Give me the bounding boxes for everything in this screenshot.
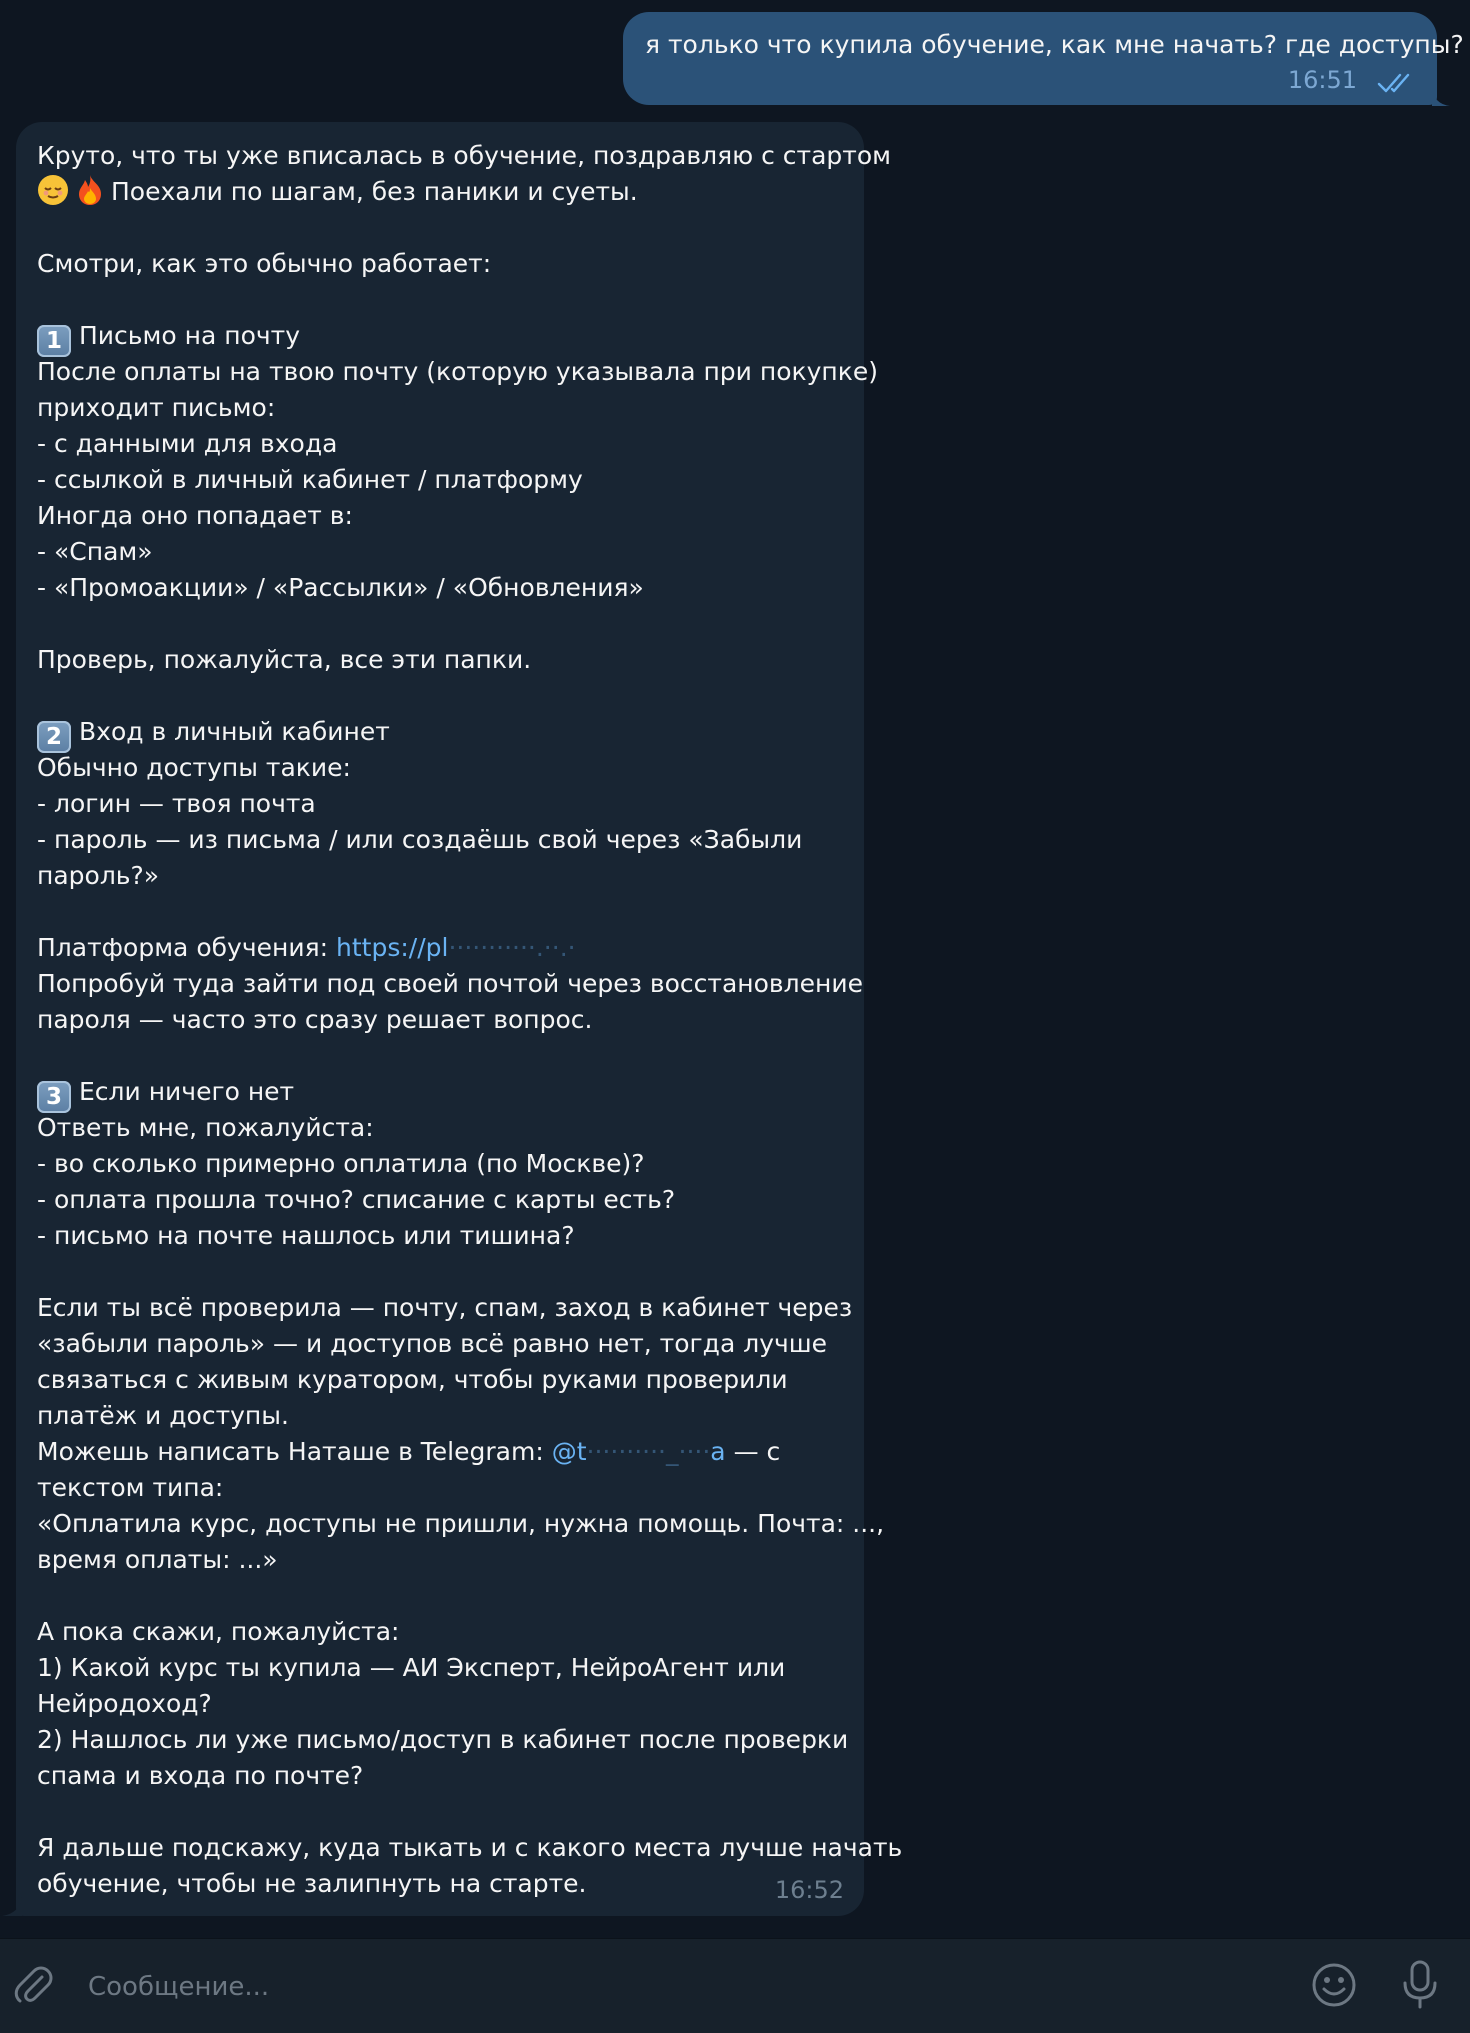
- redacted-link: ···········.··.·: [448, 933, 576, 962]
- message-line: - «Спам»: [37, 537, 153, 566]
- chat-history: я только что купила обучение, как мне на…: [0, 0, 1470, 1938]
- telegram-tail: — с: [733, 1437, 781, 1466]
- message-line: Поехали по шагам, без паники и суеты.: [37, 174, 859, 210]
- smiley-icon[interactable]: [1310, 1961, 1358, 2009]
- message-line: - с данными для входа: [37, 429, 338, 458]
- platform-label: Платформа обучения:: [37, 933, 329, 962]
- paperclip-icon[interactable]: [12, 1963, 56, 2007]
- message-line: «забыли пароль» — и доступов всё равно н…: [37, 1329, 828, 1358]
- relieved-face-emoji-icon: [37, 174, 69, 216]
- message-line-text: Поехали по шагам, без паники и суеты.: [111, 177, 638, 206]
- keycap-three-icon: 3: [37, 1081, 71, 1113]
- message-line: платёж и доступы.: [37, 1401, 289, 1430]
- step-heading-3: 3 Если ничего нет: [37, 1074, 859, 1113]
- message-line: - во сколько примерно оплатила (по Москв…: [37, 1149, 645, 1178]
- telegram-label: Можешь написать Наташе в Telegram:: [37, 1437, 544, 1466]
- outgoing-message-time: 16:51: [1287, 66, 1357, 94]
- message-line: 2) Нашлось ли уже письмо/доступ в кабине…: [37, 1725, 849, 1754]
- message-line: Если ты всё проверила — почту, спам, зах…: [37, 1293, 853, 1322]
- double-check-icon: [1377, 73, 1410, 93]
- message-line: Круто, что ты уже вписалась в обучение, …: [37, 141, 892, 170]
- message-line: Нейродоход?: [37, 1689, 212, 1718]
- outgoing-message-text: я только что купила обучение, как мне на…: [645, 30, 1464, 59]
- step-title: Вход в личный кабинет: [79, 717, 390, 746]
- message-input[interactable]: [86, 1963, 1270, 2011]
- outgoing-message[interactable]: я только что купила обучение, как мне на…: [623, 12, 1464, 105]
- message-line: 1) Какой курс ты купила — АИ Эксперт, Не…: [37, 1653, 786, 1682]
- platform-link[interactable]: https://pl: [336, 933, 448, 962]
- keycap-two-icon: 2: [37, 721, 71, 753]
- message-line: - письмо на почте нашлось или тишина?: [37, 1221, 575, 1250]
- message-line: связаться с живым куратором, чтобы рукам…: [37, 1365, 788, 1394]
- step-title: Письмо на почту: [79, 321, 301, 350]
- telegram-handle-start: @t: [551, 1437, 587, 1466]
- message-line: Попробуй туда зайти под своей почтой чер…: [37, 969, 863, 998]
- message-line: пароля — часто это сразу решает вопрос.: [37, 1005, 593, 1034]
- message-line: Иногда оно попадает в:: [37, 501, 353, 530]
- incoming-message-text: Круто, что ты уже вписалась в обучение, …: [37, 138, 903, 1902]
- keycap-one-icon: 1: [37, 325, 71, 357]
- message-line: спама и входа по почте?: [37, 1761, 364, 1790]
- incoming-bubble-tail: [2, 1897, 22, 1916]
- message-line: Проверь, пожалуйста, все эти папки.: [37, 645, 532, 674]
- message-line: обучение, чтобы не залипнуть на старте.: [37, 1869, 587, 1898]
- telegram-handle-link[interactable]: @t··········_····a: [552, 1437, 726, 1466]
- outgoing-bubble-tail: [1432, 88, 1450, 106]
- message-line: Ответь мне, пожалуйста:: [37, 1113, 374, 1142]
- message-line: - «Промоакции» / «Рассылки» / «Обновлени…: [37, 573, 644, 602]
- message-line: время оплаты: ...»: [37, 1545, 278, 1574]
- incoming-message[interactable]: Круто, что ты уже вписалась в обучение, …: [16, 122, 903, 1916]
- message-line: После оплаты на твою почту (которую указ…: [37, 357, 878, 386]
- step-heading-1: 1 Письмо на почту: [37, 318, 859, 357]
- message-line: пароль?»: [37, 861, 160, 890]
- telegram-handle-end: a: [710, 1437, 726, 1466]
- microphone-icon[interactable]: [1398, 1959, 1442, 2011]
- message-line: - ссылкой в личный кабинет / платформу: [37, 465, 583, 494]
- fire-emoji-icon: [75, 174, 105, 216]
- message-line: Обычно доступы такие:: [37, 753, 351, 782]
- message-line: текстом типа:: [37, 1473, 224, 1502]
- incoming-message-time: 16:52: [774, 1876, 844, 1904]
- message-line: приходит письмо:: [37, 393, 276, 422]
- message-composer: [0, 1938, 1470, 2033]
- message-line: - оплата прошла точно? списание с карты …: [37, 1185, 676, 1214]
- message-line: - логин — твоя почта: [37, 789, 316, 818]
- step-heading-2: 2 Вход в личный кабинет: [37, 714, 859, 753]
- message-line: А пока скажи, пожалуйста:: [37, 1617, 400, 1646]
- message-line: Платформа обучения: https://pl··········…: [37, 930, 859, 966]
- message-line: Я дальше подскажу, куда тыкать и с каког…: [37, 1833, 903, 1862]
- message-line: Можешь написать Наташе в Telegram: @t···…: [37, 1434, 859, 1470]
- message-line: - пароль — из письма / или создаёшь свой…: [37, 825, 803, 854]
- message-line: «Оплатила курс, доступы не пришли, нужна…: [37, 1509, 885, 1538]
- message-line: Смотри, как это обычно работает:: [37, 249, 492, 278]
- redacted-handle: ··········_····: [586, 1437, 711, 1466]
- step-title: Если ничего нет: [79, 1077, 295, 1106]
